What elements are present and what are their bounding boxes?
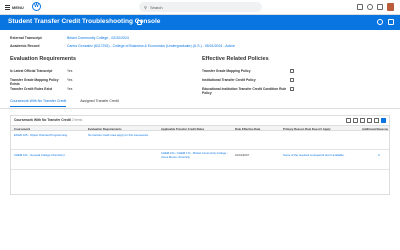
- filter-icon[interactable]: [360, 118, 365, 123]
- menu-button[interactable]: MENU: [5, 4, 24, 11]
- policy-label: Institutional Transfer Credit Policy: [202, 78, 256, 82]
- tab-assigned-transfer-credit[interactable]: Assigned Transfer Credit: [80, 99, 119, 107]
- view-policy-icon[interactable]: [290, 69, 294, 73]
- export-pdf-icon[interactable]: [353, 118, 358, 123]
- view-policy-icon[interactable]: [290, 87, 294, 91]
- policy-label: Transfer Grade Mapping Policy: [202, 69, 251, 73]
- notifications-icon[interactable]: [367, 4, 373, 10]
- rule-effective-date: 01/01/2007: [235, 153, 249, 157]
- table-view-icon[interactable]: [381, 118, 386, 123]
- coursework-table: Coursework With No Transfer Credit 2 ite…: [10, 115, 390, 195]
- grid-view-icon[interactable]: [374, 118, 379, 123]
- requirement-label: Transfer Credit Rules Exist: [10, 87, 53, 91]
- external-transcript-row: External Transcript Bristol Community Co…: [10, 36, 129, 40]
- search-input[interactable]: ⚲ Search: [139, 2, 262, 12]
- avatar[interactable]: [387, 3, 394, 11]
- field-label: External Transcript: [10, 36, 42, 40]
- chat-icon[interactable]: [377, 4, 383, 10]
- tab-divider: [0, 108, 400, 109]
- view-policy-icon[interactable]: [290, 78, 294, 82]
- workday-logo[interactable]: W: [32, 2, 41, 11]
- requirement-label: Is Latest Official Transcript: [10, 69, 53, 73]
- tab-coursework-no-credit[interactable]: Coursework With No Transfer Credit: [10, 99, 67, 107]
- transfer-credit-rule-link-cont[interactable]: Ames Moore University: [161, 155, 190, 160]
- related-actions-icon[interactable]: [137, 20, 142, 25]
- fullscreen-icon[interactable]: [367, 118, 372, 123]
- settings-icon[interactable]: [377, 19, 383, 25]
- table-row: ENGR 105 - Object Oriented Programming N…: [11, 131, 389, 150]
- requirement-value: Yes: [67, 78, 73, 82]
- search-placeholder: Search: [149, 4, 163, 10]
- hamburger-icon: [5, 4, 10, 11]
- external-transcript-link[interactable]: Bristol Community College - 02/20/2024: [67, 36, 129, 40]
- requirement-row: Transfer Credit Rules Exist Yes: [10, 87, 72, 91]
- policy-label: Educational Institution Transfer Credit …: [202, 87, 287, 95]
- inbox-icon[interactable]: [357, 4, 363, 10]
- page-header: Student Transfer Credit Troubleshooting …: [0, 15, 400, 30]
- top-navigation-bar: MENU W ⚲ Search: [0, 0, 400, 15]
- tab-bar: Coursework With No Transfer Credit Assig…: [10, 99, 119, 107]
- table-title: Coursework With No Transfer Credit 2 ite…: [14, 118, 82, 122]
- menu-label: MENU: [12, 5, 24, 10]
- academic-record-row: Academic Record Carlos Gonzalez (8117292…: [10, 44, 235, 48]
- academic-record-link[interactable]: Carlos Gonzalez (8117292) - College of B…: [67, 44, 235, 48]
- export-excel-icon[interactable]: [346, 118, 351, 123]
- main-content: External Transcript Bristol Community Co…: [0, 30, 400, 250]
- export-icon[interactable]: [388, 19, 394, 25]
- requirement-value: Yes: [67, 69, 73, 73]
- coursework-link[interactable]: CHEM 101 - General College Chemistry I: [14, 153, 65, 158]
- primary-reason: Some of the required coursework aren't a…: [283, 153, 345, 157]
- effective-policies-title: Effective Related Policies: [202, 56, 269, 62]
- evaluation-requirement: No transfer credit rules apply for this …: [88, 133, 149, 137]
- policy-row: Transfer Grade Mapping Policy: [202, 69, 294, 73]
- coursework-link[interactable]: ENGR 105 - Object Oriented Programming: [14, 133, 67, 138]
- requirement-label: Transfer Grade Mapping Policy Exists: [10, 78, 59, 86]
- field-label: Academic Record: [10, 44, 40, 48]
- table-title-text: Coursework With No Transfer Credit: [14, 118, 71, 122]
- search-icon: ⚲: [144, 4, 147, 10]
- table-row: CHEM 101 - General College Chemistry I C…: [11, 150, 389, 170]
- requirement-row: Transfer Grade Mapping Policy Exists Yes: [10, 78, 72, 86]
- additional-reasons-count[interactable]: 0: [378, 153, 380, 158]
- requirement-row: Is Latest Official Transcript Yes: [10, 69, 72, 73]
- policy-row: Institutional Transfer Credit Policy: [202, 78, 294, 82]
- table-count: 2 items: [71, 118, 83, 122]
- requirement-value: Yes: [67, 87, 73, 91]
- policy-row: Educational Institution Transfer Credit …: [202, 87, 294, 95]
- evaluation-requirements-title: Evaluation Requirements: [10, 56, 77, 62]
